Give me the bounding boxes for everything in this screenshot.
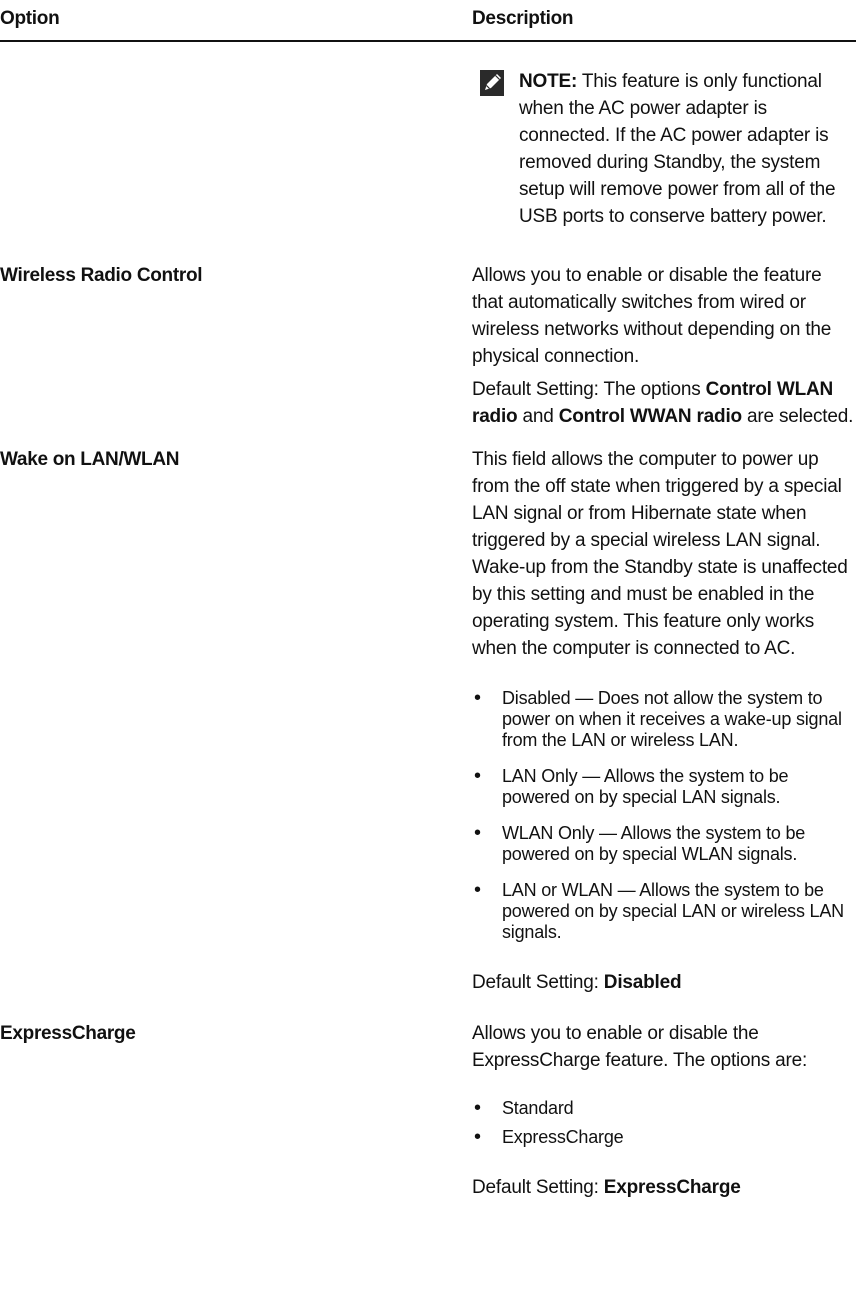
default-option-control-wwan: Control WWAN radio [558,406,742,427]
list-item: • LAN Only — Allows the system to be powe… [472,766,854,808]
bullet-icon: • [474,879,481,901]
table-row: Wake on LAN/WLAN This field allows the c… [0,446,856,996]
default-setting-value: Disabled [603,972,682,993]
default-setting-value: ExpressCharge [603,1177,741,1198]
note-row: NOTE: This feature is only functional wh… [0,68,856,230]
table-header: Option Description [0,0,856,42]
bullet-icon: • [474,1097,481,1119]
option-description: Allows you to enable or disable the feat… [472,265,832,367]
table-row: Wireless Radio Control Allows you to ena… [0,262,856,430]
note-text: This feature is only functional when the… [519,71,836,227]
list-item-text: Disabled — Does not allow the system to … [502,688,842,750]
option-values-list: • Disabled — Does not allow the system to… [472,688,854,943]
default-setting-prefix: Default Setting: [472,1177,604,1198]
list-item: • LAN or WLAN — Allows the system to be p… [472,880,854,943]
description-column-header: Description [472,8,574,29]
default-setting: Default Setting: The options Control WLA… [472,376,854,430]
option-description: This field allows the computer to power … [472,449,848,659]
list-item-text: Standard [502,1098,574,1118]
note-paragraph: NOTE: This feature is only functional wh… [519,68,854,230]
list-item: • Standard [472,1098,854,1119]
default-setting-prefix: Default Setting: [472,972,604,993]
pencil-note-icon [480,70,504,96]
default-setting: Default Setting: ExpressCharge [472,1174,854,1201]
note-label: NOTE: [519,71,578,92]
list-item: • ExpressCharge [472,1127,854,1148]
note-block: NOTE: This feature is only functional wh… [472,68,854,230]
default-setting-prefix: Default Setting: The options [472,379,706,400]
bullet-icon: • [474,687,481,709]
option-name: Wake on LAN/WLAN [0,449,180,470]
option-values-list: • Standard • ExpressCharge [472,1098,854,1148]
bullet-icon: • [474,822,481,844]
bullet-icon: • [474,765,481,787]
option-description: Allows you to enable or disable the Expr… [472,1023,808,1071]
list-item-text: WLAN Only — Allows the system to be powe… [502,823,806,864]
list-item-text: LAN Only — Allows the system to be power… [502,766,789,807]
list-item-text: ExpressCharge [502,1127,624,1147]
bios-options-table: Option Description NOTE: This feature is… [0,0,856,1201]
option-name: ExpressCharge [0,1023,136,1044]
list-item: • Disabled — Does not allow the system to… [472,688,854,751]
default-setting: Default Setting: Disabled [472,969,854,996]
table-row: ExpressCharge Allows you to enable or di… [0,1020,856,1201]
default-setting-suffix: are selected. [741,406,854,427]
option-name: Wireless Radio Control [0,265,203,286]
list-item-text: LAN or WLAN — Allows the system to be po… [502,880,844,942]
bullet-icon: • [474,1126,481,1148]
list-item: • WLAN Only — Allows the system to be pow… [472,823,854,865]
default-setting-connector: and [517,406,559,427]
option-column-header: Option [0,8,60,29]
